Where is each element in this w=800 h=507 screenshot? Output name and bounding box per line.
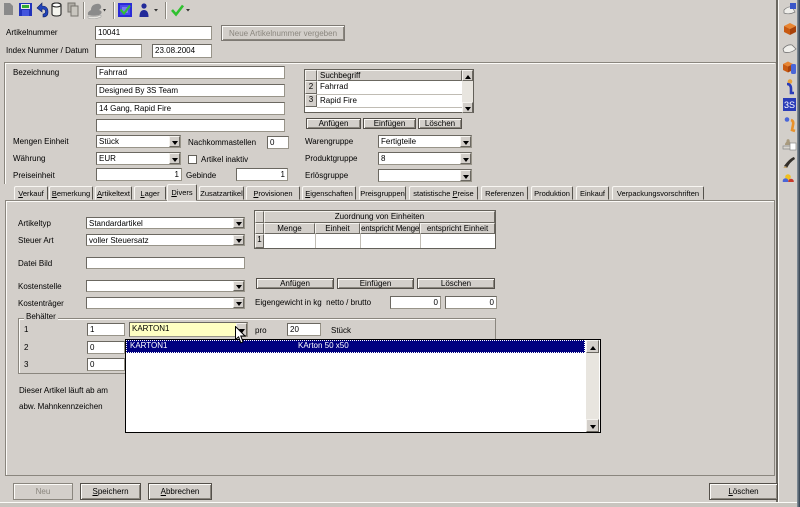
svg-text:3S: 3S bbox=[784, 100, 795, 110]
